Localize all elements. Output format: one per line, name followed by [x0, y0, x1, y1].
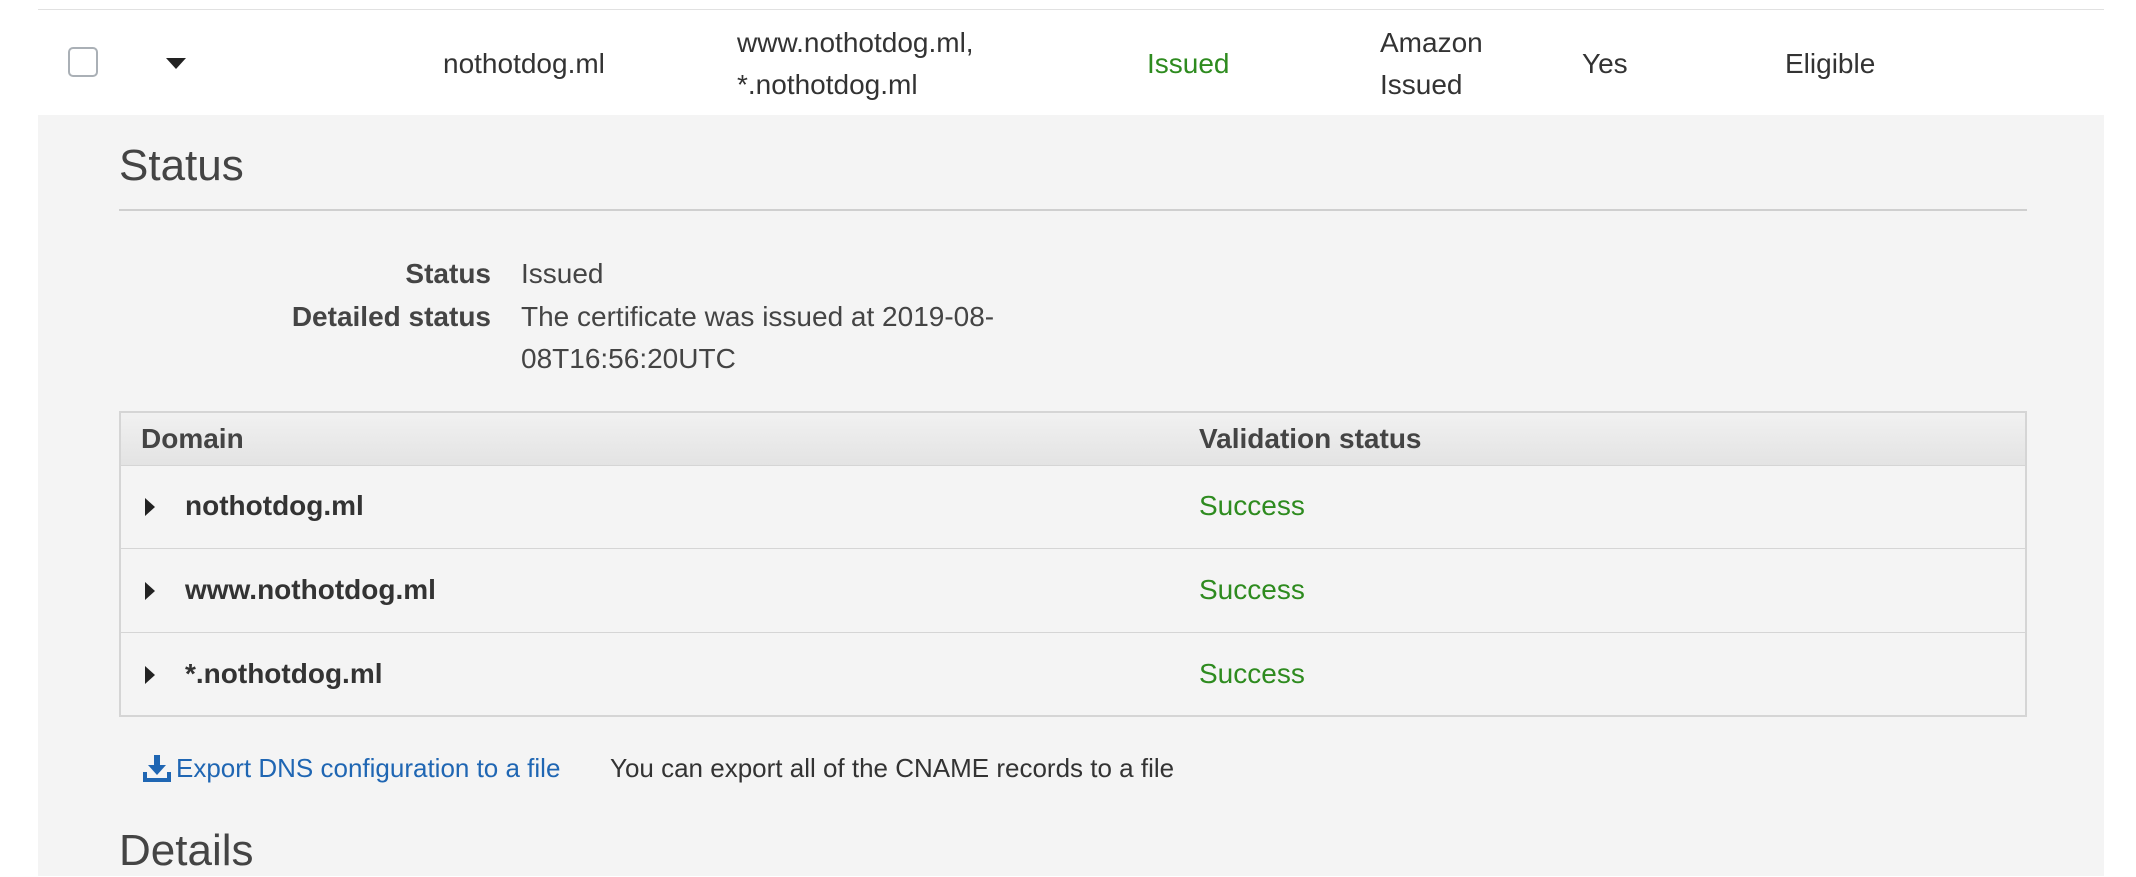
- row-validation-status: Success: [1199, 658, 1305, 689]
- detailed-status-value: The certificate was issued at 2019-08- 0…: [521, 296, 1061, 380]
- detailed-status-line-2: 08T16:56:20UTC: [521, 343, 736, 374]
- row-domain: nothotdog.ml: [185, 490, 364, 521]
- row-validation-status: Success: [1199, 574, 1305, 605]
- export-dns-configuration-link[interactable]: Export DNS configuration to a file: [142, 747, 560, 789]
- status-label: Status: [405, 258, 491, 289]
- table-row[interactable]: *.nothotdog.ml Success: [121, 633, 2025, 717]
- detailed-status-line-1: The certificate was issued at 2019-08-: [521, 301, 995, 332]
- renewal-eligibility: Eligible: [1785, 48, 1876, 79]
- collapse-caret-icon[interactable]: [166, 58, 186, 69]
- table-header: Domain Validation status: [121, 413, 2025, 466]
- export-link-label[interactable]: Export DNS configuration to a file: [176, 747, 560, 789]
- certificate-status: Issued: [1147, 48, 1230, 79]
- certificate-domain-name: nothotdog.ml: [443, 48, 605, 79]
- certificate-row[interactable]: nothotdog.ml www.nothotdog.ml, *.nothotd…: [38, 9, 2104, 117]
- status-value: Issued: [521, 258, 604, 289]
- domain-column-header: Domain: [141, 423, 244, 454]
- details-section-title: Details: [119, 826, 254, 875]
- additional-name-2: *.nothotdog.ml: [737, 69, 918, 100]
- status-divider: [119, 209, 2027, 211]
- expand-caret-icon[interactable]: [145, 498, 155, 516]
- table-row[interactable]: nothotdog.ml Success: [121, 465, 2025, 549]
- table-row[interactable]: www.nothotdog.ml Success: [121, 549, 2025, 633]
- certificate-type: Amazon Issued: [1380, 22, 1483, 106]
- row-validation-status: Success: [1199, 490, 1305, 521]
- export-help-text: You can export all of the CNAME records …: [610, 753, 1175, 783]
- row-checkbox[interactable]: [68, 47, 98, 77]
- status-section-title: Status: [119, 141, 244, 190]
- additional-names: www.nothotdog.ml, *.nothotdog.ml: [737, 22, 974, 106]
- certificate-details-panel: Status Status Issued Detailed status The…: [38, 115, 2104, 876]
- validation-status-column-header: Validation status: [1199, 423, 1422, 454]
- domain-validation-table: Domain Validation status nothotdog.ml Su…: [119, 411, 2027, 717]
- row-domain: www.nothotdog.ml: [185, 574, 436, 605]
- additional-name-1: www.nothotdog.ml,: [737, 27, 974, 58]
- row-domain: *.nothotdog.ml: [185, 658, 383, 689]
- certificate-manager-view: nothotdog.ml www.nothotdog.ml, *.nothotd…: [0, 0, 2136, 876]
- in-use-value: Yes: [1582, 48, 1628, 79]
- certificate-type-line-2: Issued: [1380, 69, 1463, 100]
- download-icon: [143, 755, 171, 782]
- certificate-type-line-1: Amazon: [1380, 27, 1483, 58]
- expand-caret-icon[interactable]: [145, 666, 155, 684]
- detailed-status-label: Detailed status: [291, 301, 491, 332]
- expand-caret-icon[interactable]: [145, 582, 155, 600]
